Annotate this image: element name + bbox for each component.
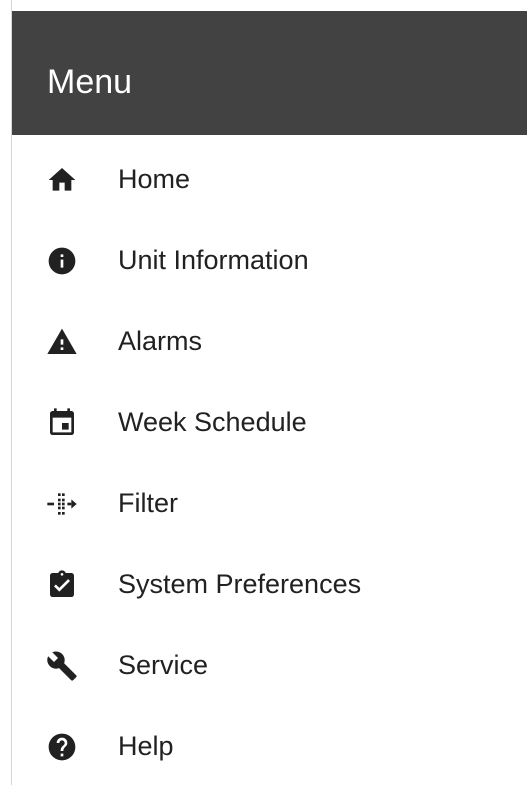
- filter-icon: [46, 488, 78, 520]
- menu-item-unit-information[interactable]: Unit Information: [12, 216, 527, 297]
- menu-item-help[interactable]: Help: [12, 702, 527, 783]
- info-icon: [46, 245, 78, 277]
- menu-item-label: Home: [118, 164, 191, 194]
- wrench-icon: [46, 650, 78, 682]
- menu-item-label: System Preferences: [118, 569, 362, 599]
- clipboard-check-icon: [46, 569, 78, 601]
- menu-item-label: Week Schedule: [118, 407, 307, 437]
- drawer-header: Menu: [12, 11, 527, 135]
- menu-item-filter[interactable]: Filter: [12, 459, 527, 540]
- help-icon: [46, 731, 78, 763]
- warning-icon: [46, 326, 78, 358]
- drawer-title: Menu: [47, 63, 133, 101]
- menu-item-label: Alarms: [118, 326, 203, 356]
- menu-item-system-preferences[interactable]: System Preferences: [12, 540, 527, 621]
- calendar-icon: [46, 407, 78, 439]
- menu-list: Home Unit Information Alarms Week Schedu…: [12, 135, 527, 783]
- menu-item-home[interactable]: Home: [12, 135, 527, 216]
- menu-item-label: Help: [118, 731, 174, 761]
- home-icon: [46, 164, 78, 196]
- menu-item-label: Filter: [118, 488, 178, 518]
- menu-item-alarms[interactable]: Alarms: [12, 297, 527, 378]
- navigation-drawer: Menu Home Unit Information Alarms Week S…: [11, 0, 527, 785]
- menu-item-service[interactable]: Service: [12, 621, 527, 702]
- menu-item-label: Unit Information: [118, 245, 309, 275]
- menu-item-week-schedule[interactable]: Week Schedule: [12, 378, 527, 459]
- menu-item-label: Service: [118, 650, 209, 680]
